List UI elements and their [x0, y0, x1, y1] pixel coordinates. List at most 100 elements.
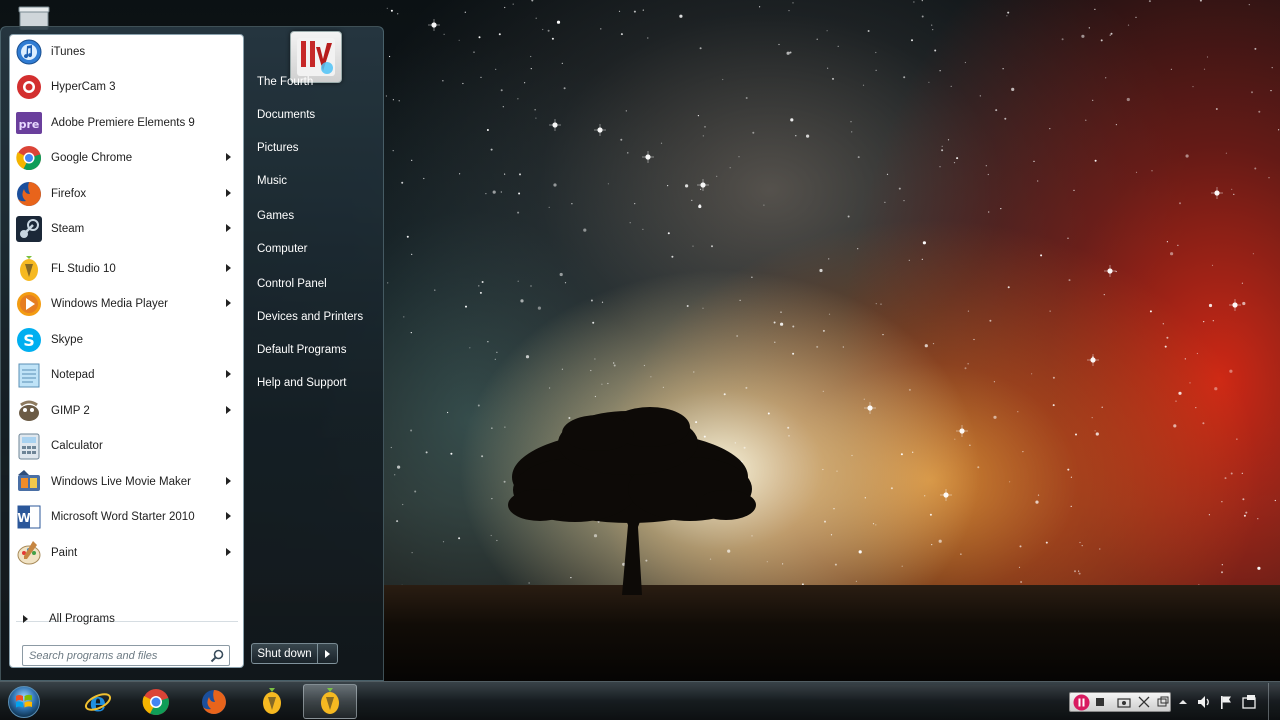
volume-button[interactable] [1196, 694, 1212, 710]
program-label: iTunes [51, 46, 86, 58]
programs-pane: iTunes HyperCam 3 pre Adobe Premiere Elemen… [9, 34, 244, 668]
recorder-pause-icon[interactable] [1073, 694, 1090, 711]
submenu-arrow-icon[interactable] [226, 548, 231, 556]
start-button[interactable] [5, 684, 43, 720]
svg-text:W: W [17, 511, 30, 525]
taskbar: e [0, 681, 1280, 720]
program-label: Windows Media Player [51, 298, 168, 310]
taskbar-fl-studio-active[interactable] [303, 684, 357, 719]
submenu-arrow-icon[interactable] [226, 299, 231, 307]
program-item-fl-studio-10[interactable]: FL Studio 10 [12, 252, 241, 286]
program-label: Skype [51, 334, 83, 346]
submenu-arrow-icon[interactable] [226, 406, 231, 414]
svg-text:S: S [23, 331, 35, 350]
firefox-icon [202, 689, 226, 714]
right-item-computer[interactable]: Computer [251, 236, 379, 262]
program-label: Microsoft Word Starter 2010 [51, 511, 195, 523]
internet-explorer-icon: e [84, 688, 112, 717]
program-label: Windows Live Movie Maker [51, 476, 191, 488]
taskbar-internet-explorer[interactable]: e [71, 684, 125, 719]
right-item-games[interactable]: Games [251, 203, 379, 229]
program-label: Adobe Premiere Elements 9 [51, 117, 195, 129]
gimp-icon [14, 396, 44, 426]
program-item-windows-live-movie-maker[interactable]: Windows Live Movie Maker [12, 465, 241, 499]
program-label: GIMP 2 [51, 405, 90, 417]
submenu-arrow-icon[interactable] [226, 153, 231, 161]
recorder-camera-icon[interactable] [1117, 696, 1131, 708]
volume-icon [1198, 696, 1209, 708]
action-flag-button[interactable] [1218, 694, 1234, 710]
program-label: Notepad [51, 369, 95, 381]
firefox-icon [14, 179, 44, 209]
program-label: Google Chrome [51, 152, 133, 164]
taskbar-firefox[interactable] [187, 684, 241, 719]
recorder-cursor-icon[interactable] [1137, 695, 1151, 709]
recorder-stop-icon[interactable] [1095, 697, 1105, 707]
right-item-control-panel[interactable]: Control Panel [251, 271, 379, 297]
program-label: FL Studio 10 [51, 263, 116, 275]
program-label: HyperCam 3 [51, 81, 116, 93]
right-item-default-programs[interactable]: Default Programs [251, 337, 379, 363]
submenu-arrow-icon[interactable] [226, 370, 231, 378]
program-item-calculator[interactable]: Calculator [12, 429, 241, 463]
search-box[interactable] [22, 645, 230, 666]
program-item-notepad[interactable]: Notepad [12, 358, 241, 392]
program-item-firefox[interactable]: Firefox [12, 177, 241, 211]
search-input[interactable] [23, 646, 209, 665]
itunes-icon [14, 37, 44, 67]
premiere-icon: pre [14, 108, 44, 138]
right-item-the-fourth[interactable]: The Fourth [251, 69, 379, 95]
search-icon[interactable] [209, 648, 225, 664]
word-icon: W [14, 502, 44, 532]
submenu-arrow-icon[interactable] [226, 264, 231, 272]
submenu-arrow-icon[interactable] [226, 512, 231, 520]
program-item-google-chrome[interactable]: Google Chrome [12, 141, 241, 175]
right-item-devices-and-printers[interactable]: Devices and Printers [251, 304, 379, 330]
program-item-itunes[interactable]: iTunes [12, 35, 241, 69]
program-item-paint[interactable]: Paint [12, 536, 241, 570]
show-hidden-icons-button[interactable] [1175, 694, 1191, 710]
right-item-pictures[interactable]: Pictures [251, 135, 379, 161]
flag-icon [1221, 696, 1231, 709]
windows-orb-icon [8, 686, 40, 718]
tree-silhouette [508, 407, 756, 595]
hypercam-icon [14, 72, 44, 102]
program-label: Calculator [51, 440, 103, 452]
system-tray [1065, 686, 1275, 718]
all-programs-button[interactable]: All Programs [16, 607, 238, 631]
start-menu: iTunes HyperCam 3 pre Adobe Premiere Elemen… [0, 26, 384, 681]
chrome-icon [142, 688, 169, 715]
action-center-button[interactable] [1241, 694, 1257, 710]
program-item-skype[interactable]: S Skype [12, 323, 241, 357]
calculator-icon [14, 431, 44, 461]
program-item-steam[interactable]: Steam [12, 212, 241, 246]
recorder-window-icon[interactable] [1156, 695, 1170, 709]
right-item-music[interactable]: Music [251, 168, 379, 194]
all-programs-label: All Programs [49, 613, 115, 625]
action-center-icon [1242, 695, 1256, 709]
movie-maker-icon [14, 467, 44, 497]
program-item-gimp-2[interactable]: GIMP 2 [12, 394, 241, 428]
paint-icon [14, 538, 44, 568]
shutdown-button[interactable]: Shut down [251, 643, 317, 664]
fl-studio-icon [14, 254, 44, 284]
program-item-adobe-premiere-elements-9[interactable]: pre Adobe Premiere Elements 9 [12, 106, 241, 140]
right-item-documents[interactable]: Documents [251, 102, 379, 128]
right-item-help-and-support[interactable]: Help and Support [251, 370, 379, 396]
all-programs-arrow-icon [23, 615, 28, 623]
submenu-arrow-icon[interactable] [226, 477, 231, 485]
program-item-hypercam-3[interactable]: HyperCam 3 [12, 70, 241, 104]
chrome-icon [14, 143, 44, 173]
program-label: Firefox [51, 188, 87, 200]
notepad-icon [14, 360, 44, 390]
program-item-microsoft-word-starter-2010[interactable]: W Microsoft Word Starter 2010 [12, 500, 241, 534]
taskbar-chrome[interactable] [129, 684, 183, 719]
show-desktop-button[interactable] [1268, 683, 1280, 720]
submenu-arrow-icon[interactable] [226, 189, 231, 197]
shutdown-options-button[interactable] [317, 643, 338, 664]
submenu-arrow-icon[interactable] [226, 224, 231, 232]
taskbar-fl-studio[interactable] [245, 684, 299, 719]
program-item-windows-media-player[interactable]: Windows Media Player [12, 287, 241, 321]
fl-studio-icon [321, 687, 339, 714]
recorder-toolbar [1069, 692, 1171, 712]
